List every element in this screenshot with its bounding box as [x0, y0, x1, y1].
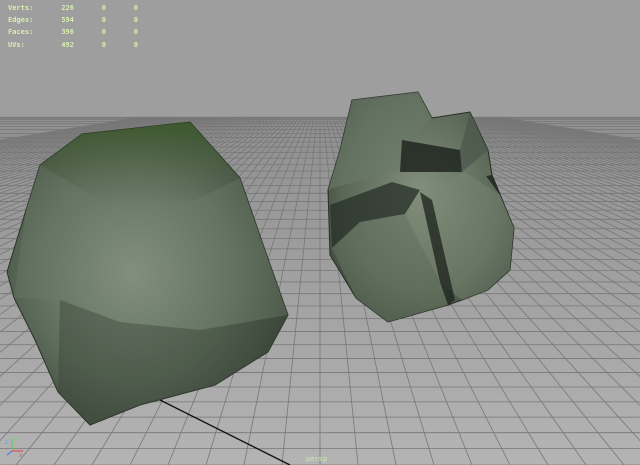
poly-count-hud: Verts: 226 0 0 Edges: 594 0 0 Faces: 396… — [8, 2, 138, 51]
viewport-persp[interactable]: Verts: 226 0 0 Edges: 594 0 0 Faces: 396… — [0, 0, 640, 465]
hud-row-faces: Faces: 396 0 0 — [8, 26, 138, 38]
axis-x-label: x — [19, 452, 23, 458]
view-axis-gizmo: z y x — [5, 436, 23, 458]
hud-value: 0 — [133, 16, 138, 25]
hud-value: 226 — [61, 4, 74, 12]
hud-value: 0 — [133, 28, 138, 37]
camera-label: persp — [306, 455, 328, 463]
hud-label: UVs: — [8, 40, 25, 49]
hud-value: 0 — [101, 28, 106, 37]
hud-label: Edges: — [8, 16, 34, 25]
hud-label: Faces: — [8, 28, 34, 37]
hud-value: 594 — [61, 16, 74, 25]
hud-value: 492 — [61, 40, 74, 49]
hud-value: 0 — [133, 4, 138, 12]
axis-y-label: y — [14, 436, 18, 443]
hud-value: 0 — [133, 40, 138, 49]
hud-value: 0 — [101, 40, 106, 49]
hud-value: 0 — [101, 4, 106, 12]
hud-value: 0 — [101, 16, 106, 25]
scene-canvas[interactable] — [0, 0, 640, 465]
hud-row-verts: Verts: 226 0 0 — [8, 2, 138, 14]
hud-row-edges: Edges: 594 0 0 — [8, 14, 138, 26]
hud-value: 396 — [61, 28, 74, 37]
hud-row-uvs: UVs: 492 0 0 — [8, 39, 138, 51]
axis-z-label: z — [5, 439, 8, 446]
hud-label: Verts: — [8, 4, 34, 12]
axis-z-line — [6, 450, 13, 456]
